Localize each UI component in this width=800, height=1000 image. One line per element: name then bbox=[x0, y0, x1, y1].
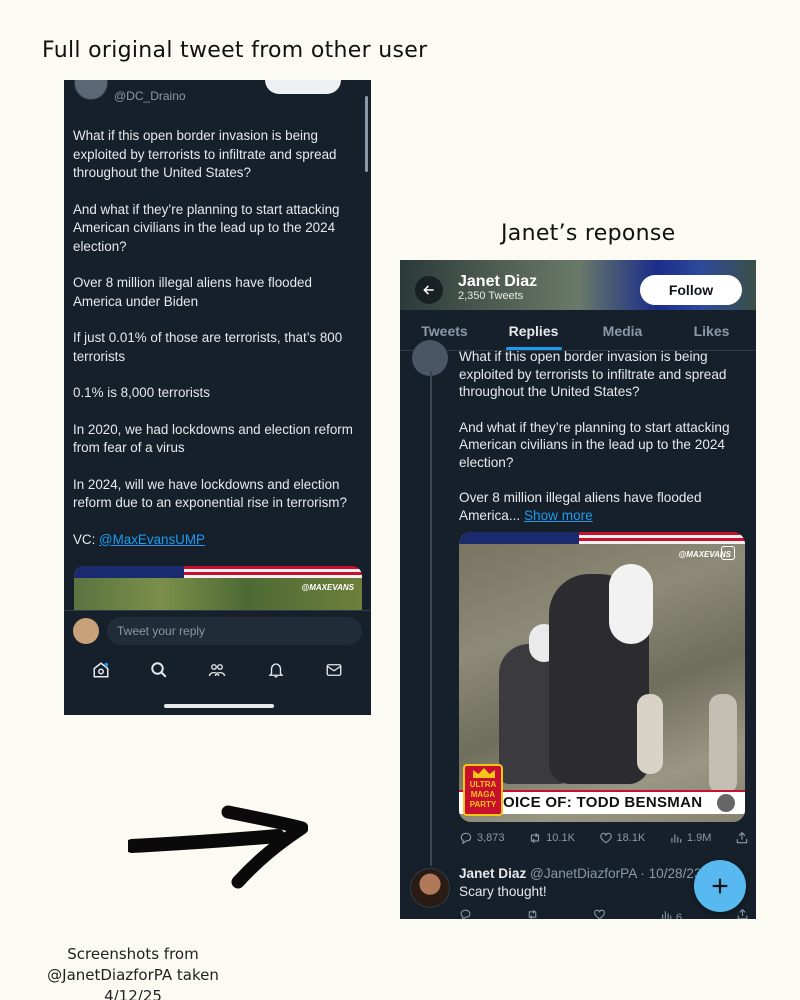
tweet-header: @DC_Draino bbox=[64, 80, 371, 110]
reply-actions: 6 bbox=[459, 908, 749, 919]
scrollbar[interactable] bbox=[365, 96, 368, 172]
tweet-actions: 3,873 10.1K 18.1K 1.9M bbox=[459, 829, 749, 847]
tweet-paragraph: Over 8 million illegal aliens have flood… bbox=[73, 275, 312, 309]
gif-icon bbox=[721, 546, 735, 560]
reply-views[interactable]: 6 bbox=[660, 908, 682, 919]
reply-action[interactable]: 3,873 bbox=[459, 829, 505, 847]
heart-icon[interactable] bbox=[593, 908, 606, 919]
tweet-body: What if this open border invasion is bei… bbox=[73, 127, 363, 567]
views-icon bbox=[671, 834, 682, 843]
figure-mask bbox=[609, 564, 653, 644]
arrow-left-icon bbox=[423, 285, 434, 295]
caption-original-tweet: Full original tweet from other user bbox=[42, 38, 428, 63]
figure-background bbox=[637, 694, 663, 774]
communities-icon[interactable] bbox=[207, 660, 227, 680]
home-icon[interactable] bbox=[91, 660, 111, 680]
messages-icon[interactable] bbox=[324, 660, 344, 680]
current-user-avatar bbox=[73, 618, 99, 644]
thread-line bbox=[430, 371, 432, 866]
janet-response-screenshot: Janet Diaz 2,350 Tweets Follow Tweets Re… bbox=[400, 260, 756, 919]
reply-bar: Tweet your reply bbox=[64, 610, 371, 650]
compose-button[interactable] bbox=[694, 860, 746, 912]
janet-avatar[interactable] bbox=[410, 868, 450, 908]
flag-canton bbox=[459, 532, 579, 544]
original-tweet-screenshot: @DC_Draino What if this open border inva… bbox=[64, 80, 371, 715]
tab-replies[interactable]: Replies bbox=[489, 310, 578, 350]
reply-input[interactable]: Tweet your reply bbox=[107, 617, 362, 645]
profile-tabs: Tweets Replies Media Likes bbox=[400, 310, 756, 351]
share-action[interactable] bbox=[735, 829, 749, 847]
mute-icon[interactable] bbox=[717, 794, 735, 812]
tweet-paragraph: In 2024, will we have lockdowns and elec… bbox=[73, 476, 347, 511]
retweet-action[interactable]: 10.1K bbox=[528, 829, 575, 847]
footer-line-1: Screenshots from bbox=[67, 945, 199, 963]
tweet-paragraph: If just 0.01% of those are terrorists, t… bbox=[73, 330, 343, 364]
tweet-video[interactable]: @MAXEVANS OICE OF: TODD BENSMAN ULTRA MA… bbox=[459, 532, 745, 822]
heart-icon bbox=[599, 832, 612, 844]
video-credit-prefix: VC: bbox=[73, 531, 100, 547]
share-icon bbox=[736, 831, 748, 844]
retweet-icon bbox=[531, 832, 540, 844]
reply-icon[interactable] bbox=[459, 908, 472, 919]
tab-tweets[interactable]: Tweets bbox=[400, 310, 489, 350]
author-avatar[interactable] bbox=[74, 80, 108, 100]
party-logo-text: ULTRA MAGA PARTY bbox=[469, 780, 497, 809]
tweet-paragraph: In 2020, we had lockdowns and election r… bbox=[73, 421, 353, 456]
tweet-paragraph: And what if they’re planning to start at… bbox=[73, 201, 340, 254]
views-action[interactable]: 1.9M bbox=[669, 829, 711, 847]
figure-background bbox=[709, 694, 737, 794]
reply-author-name[interactable]: Janet Diaz bbox=[459, 866, 526, 881]
video-credit-link[interactable]: @MaxEvansUMP bbox=[99, 532, 205, 547]
reply-views-count: 6 bbox=[675, 912, 683, 919]
follow-button[interactable] bbox=[265, 80, 341, 94]
party-logo: ULTRA MAGA PARTY bbox=[463, 764, 503, 816]
tab-media[interactable]: Media bbox=[578, 310, 667, 350]
bottom-nav bbox=[64, 650, 371, 690]
views-count: 1.9M bbox=[686, 832, 712, 844]
follow-button[interactable]: Follow bbox=[640, 275, 742, 305]
crown-icon bbox=[473, 768, 495, 778]
tweet-paragraph: 0.1% is 8,000 terrorists bbox=[73, 385, 210, 400]
author-handle[interactable]: @DC_Draino bbox=[114, 89, 186, 103]
like-count: 18.1K bbox=[616, 832, 646, 844]
reply-author-meta: @JanetDiazforPA · 10/28/23 bbox=[530, 866, 702, 881]
lower-third-text: OICE OF: TODD BENSMAN bbox=[503, 794, 703, 811]
plus-icon bbox=[712, 878, 728, 894]
media-watermark: @MAXEVANS bbox=[301, 583, 354, 592]
search-icon[interactable] bbox=[149, 660, 169, 680]
tweet-paragraph: What if this open border invasion is bei… bbox=[73, 128, 337, 180]
tab-likes[interactable]: Likes bbox=[667, 310, 756, 350]
share-icon[interactable] bbox=[736, 908, 749, 919]
caption-janet-response: Janet’s reponse bbox=[501, 221, 676, 246]
tweet-media-thumbnail[interactable]: @MAXEVANS bbox=[74, 566, 362, 610]
back-button[interactable] bbox=[415, 276, 443, 304]
reply-icon bbox=[460, 832, 472, 845]
like-action[interactable]: 18.1K bbox=[599, 829, 646, 847]
tweet-paragraph: What if this open border invasion is bei… bbox=[459, 349, 727, 400]
notifications-icon[interactable] bbox=[266, 660, 286, 680]
footer-line-2: @JanetDiazforPA taken 4/12/25 bbox=[47, 966, 219, 1000]
reply-count: 3,873 bbox=[477, 832, 505, 844]
tweet-body[interactable]: What if this open border invasion is bei… bbox=[459, 348, 749, 542]
show-more-link[interactable]: Show more bbox=[524, 508, 593, 523]
video-credit: VC: @MaxEvansUMP bbox=[73, 531, 363, 550]
arrow-right-icon bbox=[128, 805, 308, 889]
tweet-count: 2,350 Tweets bbox=[458, 290, 524, 302]
retweet-count: 10.1K bbox=[546, 832, 575, 844]
reply-text: Scary thought! bbox=[459, 884, 547, 899]
flag-canton bbox=[74, 566, 184, 578]
tweet-paragraph: And what if they’re planning to start at… bbox=[459, 419, 730, 471]
profile-name: Janet Diaz bbox=[458, 273, 538, 290]
retweet-icon[interactable] bbox=[526, 908, 539, 919]
footer-note: Screenshots from @JanetDiazforPA taken 4… bbox=[28, 944, 238, 1000]
tweet-paragraph-truncated: Over 8 million illegal aliens have flood… bbox=[459, 489, 749, 524]
home-indicator bbox=[164, 704, 274, 708]
